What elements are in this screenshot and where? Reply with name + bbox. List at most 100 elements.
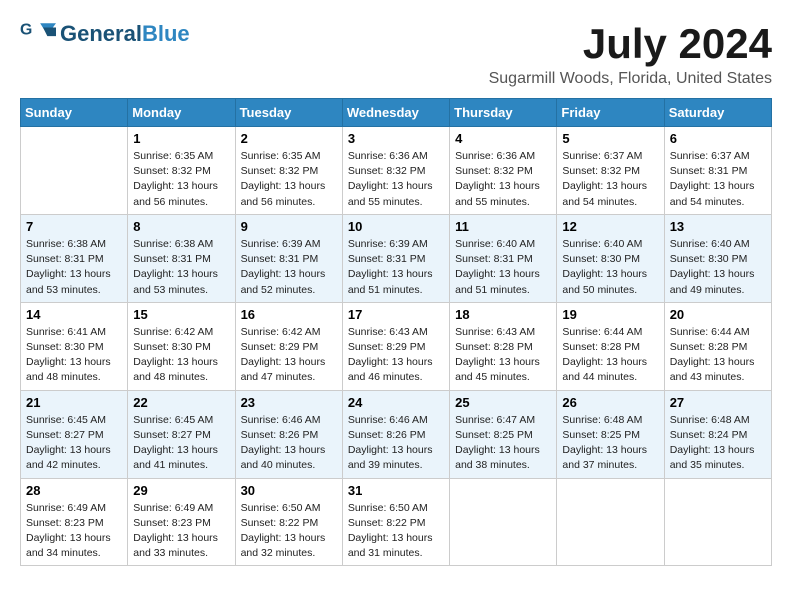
day-info: Sunrise: 6:36 AM Sunset: 8:32 PM Dayligh… (348, 149, 444, 210)
day-info: Sunrise: 6:43 AM Sunset: 8:28 PM Dayligh… (455, 325, 551, 386)
column-header-saturday: Saturday (664, 99, 771, 127)
calendar-cell: 4Sunrise: 6:36 AM Sunset: 8:32 PM Daylig… (450, 127, 557, 215)
day-number: 1 (133, 131, 229, 146)
calendar-week-row: 28 Sunrise: 6:49 AM Sunset: 8:23 PM Dayli… (21, 478, 772, 566)
day-number: 24 (348, 395, 444, 410)
calendar-week-row: 1 Sunrise: 6:35 AM Sunset: 8:32 PM Daylig… (21, 127, 772, 215)
day-info: Sunrise: 6:44 AM Sunset: 8:28 PM Dayligh… (562, 325, 658, 386)
location: Sugarmill Woods, Florida, United States (489, 70, 772, 88)
calendar-cell: 27 Sunrise: 6:48 AM Sunset: 8:24 PM Dayli… (664, 390, 771, 478)
logo-icon: G (20, 20, 56, 48)
calendar-cell: 15 Sunrise: 6:42 AM Sunset: 8:30 PM Dayli… (128, 302, 235, 390)
calendar-cell: 28 Sunrise: 6:49 AM Sunset: 8:23 PM Dayli… (21, 478, 128, 566)
day-number: 26 (562, 395, 658, 410)
day-info: Sunrise: 6:43 AM Sunset: 8:29 PM Dayligh… (348, 325, 444, 386)
calendar-cell: 3Sunrise: 6:36 AM Sunset: 8:32 PM Daylig… (342, 127, 449, 215)
day-number: 14 (26, 307, 122, 322)
day-info: Sunrise: 6:48 AM Sunset: 8:25 PM Dayligh… (562, 413, 658, 474)
calendar-cell: 5Sunrise: 6:37 AM Sunset: 8:32 PM Daylig… (557, 127, 664, 215)
calendar-week-row: 14 Sunrise: 6:41 AM Sunset: 8:30 PM Dayli… (21, 302, 772, 390)
day-number: 10 (348, 219, 444, 234)
calendar-cell: 30 Sunrise: 6:50 AM Sunset: 8:22 PM Dayli… (235, 478, 342, 566)
calendar-cell: 19 Sunrise: 6:44 AM Sunset: 8:28 PM Dayli… (557, 302, 664, 390)
calendar-cell (21, 127, 128, 215)
column-header-wednesday: Wednesday (342, 99, 449, 127)
calendar-cell (557, 478, 664, 566)
day-number: 28 (26, 483, 122, 498)
day-number: 23 (241, 395, 337, 410)
day-number: 13 (670, 219, 766, 234)
day-info: Sunrise: 6:40 AM Sunset: 8:30 PM Dayligh… (562, 237, 658, 298)
calendar-week-row: 21Sunrise: 6:45 AM Sunset: 8:27 PM Dayli… (21, 390, 772, 478)
column-header-friday: Friday (557, 99, 664, 127)
calendar-cell (664, 478, 771, 566)
column-header-tuesday: Tuesday (235, 99, 342, 127)
day-info: Sunrise: 6:44 AM Sunset: 8:28 PM Dayligh… (670, 325, 766, 386)
day-info: Sunrise: 6:41 AM Sunset: 8:30 PM Dayligh… (26, 325, 122, 386)
day-number: 27 (670, 395, 766, 410)
column-header-sunday: Sunday (21, 99, 128, 127)
day-number: 15 (133, 307, 229, 322)
day-info: Sunrise: 6:48 AM Sunset: 8:24 PM Dayligh… (670, 413, 766, 474)
calendar-cell: 11 Sunrise: 6:40 AM Sunset: 8:31 PM Dayli… (450, 214, 557, 302)
calendar-cell: 8Sunrise: 6:38 AM Sunset: 8:31 PM Daylig… (128, 214, 235, 302)
day-info: Sunrise: 6:50 AM Sunset: 8:22 PM Dayligh… (348, 501, 444, 562)
calendar-cell: 10 Sunrise: 6:39 AM Sunset: 8:31 PM Dayli… (342, 214, 449, 302)
day-info: Sunrise: 6:50 AM Sunset: 8:22 PM Dayligh… (241, 501, 337, 562)
day-info: Sunrise: 6:47 AM Sunset: 8:25 PM Dayligh… (455, 413, 551, 474)
day-number: 11 (455, 219, 551, 234)
day-number: 31 (348, 483, 444, 498)
calendar-cell: 9Sunrise: 6:39 AM Sunset: 8:31 PM Daylig… (235, 214, 342, 302)
calendar-cell: 6Sunrise: 6:37 AM Sunset: 8:31 PM Daylig… (664, 127, 771, 215)
calendar-cell: 16Sunrise: 6:42 AM Sunset: 8:29 PM Dayli… (235, 302, 342, 390)
calendar-cell: 25Sunrise: 6:47 AM Sunset: 8:25 PM Dayli… (450, 390, 557, 478)
day-info: Sunrise: 6:35 AM Sunset: 8:32 PM Dayligh… (133, 149, 229, 210)
calendar-cell: 18 Sunrise: 6:43 AM Sunset: 8:28 PM Dayli… (450, 302, 557, 390)
calendar-cell: 1 Sunrise: 6:35 AM Sunset: 8:32 PM Daylig… (128, 127, 235, 215)
day-info: Sunrise: 6:49 AM Sunset: 8:23 PM Dayligh… (26, 501, 122, 562)
day-info: Sunrise: 6:37 AM Sunset: 8:32 PM Dayligh… (562, 149, 658, 210)
day-number: 8 (133, 219, 229, 234)
calendar-cell: 26 Sunrise: 6:48 AM Sunset: 8:25 PM Dayli… (557, 390, 664, 478)
day-info: Sunrise: 6:40 AM Sunset: 8:30 PM Dayligh… (670, 237, 766, 298)
svg-text:G: G (20, 22, 32, 39)
day-number: 17 (348, 307, 444, 322)
day-info: Sunrise: 6:46 AM Sunset: 8:26 PM Dayligh… (241, 413, 337, 474)
calendar-body: 1 Sunrise: 6:35 AM Sunset: 8:32 PM Daylig… (21, 127, 772, 566)
day-number: 7 (26, 219, 122, 234)
day-number: 9 (241, 219, 337, 234)
logo: G GeneralBlue (20, 20, 190, 48)
calendar-table: SundayMondayTuesdayWednesdayThursdayFrid… (20, 98, 772, 566)
day-number: 12 (562, 219, 658, 234)
calendar-cell: 20 Sunrise: 6:44 AM Sunset: 8:28 PM Dayli… (664, 302, 771, 390)
day-number: 18 (455, 307, 551, 322)
calendar-cell: 23 Sunrise: 6:46 AM Sunset: 8:26 PM Dayli… (235, 390, 342, 478)
day-number: 30 (241, 483, 337, 498)
calendar-cell: 12 Sunrise: 6:40 AM Sunset: 8:30 PM Dayli… (557, 214, 664, 302)
day-number: 16 (241, 307, 337, 322)
day-number: 20 (670, 307, 766, 322)
column-header-thursday: Thursday (450, 99, 557, 127)
column-header-monday: Monday (128, 99, 235, 127)
day-number: 19 (562, 307, 658, 322)
calendar-cell (450, 478, 557, 566)
calendar-cell: 2Sunrise: 6:35 AM Sunset: 8:32 PM Daylig… (235, 127, 342, 215)
title-section: July 2024 Sugarmill Woods, Florida, Unit… (489, 20, 772, 88)
calendar-cell: 24Sunrise: 6:46 AM Sunset: 8:26 PM Dayli… (342, 390, 449, 478)
logo-general: General (60, 21, 142, 47)
day-number: 29 (133, 483, 229, 498)
day-number: 6 (670, 131, 766, 146)
calendar-cell: 21Sunrise: 6:45 AM Sunset: 8:27 PM Dayli… (21, 390, 128, 478)
day-info: Sunrise: 6:35 AM Sunset: 8:32 PM Dayligh… (241, 149, 337, 210)
calendar-cell: 31 Sunrise: 6:50 AM Sunset: 8:22 PM Dayli… (342, 478, 449, 566)
day-info: Sunrise: 6:42 AM Sunset: 8:30 PM Dayligh… (133, 325, 229, 386)
calendar-cell: 17 Sunrise: 6:43 AM Sunset: 8:29 PM Dayli… (342, 302, 449, 390)
day-info: Sunrise: 6:39 AM Sunset: 8:31 PM Dayligh… (348, 237, 444, 298)
calendar-cell: 14 Sunrise: 6:41 AM Sunset: 8:30 PM Dayli… (21, 302, 128, 390)
day-info: Sunrise: 6:45 AM Sunset: 8:27 PM Dayligh… (26, 413, 122, 474)
day-info: Sunrise: 6:49 AM Sunset: 8:23 PM Dayligh… (133, 501, 229, 562)
day-info: Sunrise: 6:40 AM Sunset: 8:31 PM Dayligh… (455, 237, 551, 298)
calendar-cell: 7Sunrise: 6:38 AM Sunset: 8:31 PM Daylig… (21, 214, 128, 302)
day-number: 22 (133, 395, 229, 410)
day-info: Sunrise: 6:45 AM Sunset: 8:27 PM Dayligh… (133, 413, 229, 474)
